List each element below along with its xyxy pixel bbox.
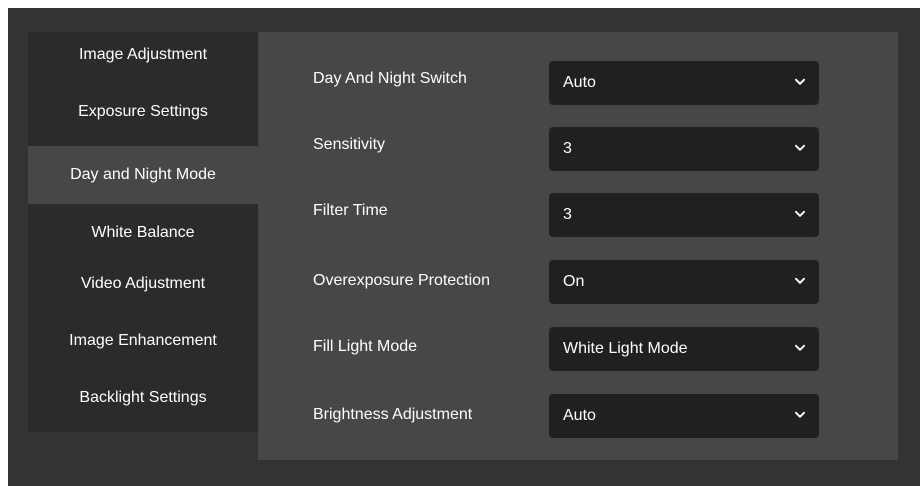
sensitivity-label: Sensitivity xyxy=(313,136,386,153)
fill-light-mode-select[interactable]: White Light Mode xyxy=(549,327,819,371)
overexposure-protection-row: Overexposure Protection On xyxy=(258,260,898,304)
fill-light-mode-value: White Light Mode xyxy=(563,340,688,357)
chevron-down-icon xyxy=(795,78,805,85)
sensitivity-row: Sensitivity 3 xyxy=(258,127,898,171)
fill-light-mode-label: Fill Light Mode xyxy=(313,338,418,355)
overexposure-protection-label: Overexposure Protection xyxy=(313,272,490,289)
sidebar-item-image-enhancement[interactable]: Image Enhancement xyxy=(28,318,258,375)
overexposure-protection-select[interactable]: On xyxy=(549,260,819,304)
sidebar-item-label: Video Adjustment xyxy=(80,275,206,292)
chevron-down-icon xyxy=(795,344,805,351)
chevron-down-icon xyxy=(795,210,805,217)
sidebar-item-label: Exposure Settings xyxy=(78,103,208,120)
sidebar-item-label: White Balance xyxy=(91,224,195,241)
day-night-settings-panel: Day And Night Switch Auto Sensitivity 3 … xyxy=(258,32,898,460)
brightness-adjustment-row: Brightness Adjustment Auto xyxy=(258,394,898,438)
filter-time-label: Filter Time xyxy=(313,202,388,219)
settings-sidebar: Image Adjustment Exposure Settings Day a… xyxy=(28,32,258,432)
sidebar-item-day-and-night-mode[interactable]: Day and Night Mode xyxy=(28,146,258,204)
sidebar-item-label: Image Enhancement xyxy=(69,332,217,349)
chevron-down-icon xyxy=(795,411,805,418)
sidebar-item-image-adjustment[interactable]: Image Adjustment xyxy=(28,32,258,89)
overexposure-protection-value: On xyxy=(563,273,585,290)
day-night-switch-row: Day And Night Switch Auto xyxy=(258,61,898,105)
sidebar-item-video-adjustment[interactable]: Video Adjustment xyxy=(28,261,258,318)
sidebar-item-white-balance[interactable]: White Balance xyxy=(28,204,258,261)
sensitivity-select[interactable]: 3 xyxy=(549,127,819,171)
sidebar-item-label: Image Adjustment xyxy=(78,46,208,63)
sidebar-item-label: Backlight Settings xyxy=(79,389,207,406)
sidebar-item-backlight-settings[interactable]: Backlight Settings xyxy=(28,375,258,432)
sidebar-item-label: Day and Night Mode xyxy=(70,165,216,183)
sensitivity-value: 3 xyxy=(563,140,572,157)
chevron-down-icon xyxy=(795,144,805,151)
day-night-switch-label: Day And Night Switch xyxy=(313,70,467,87)
fill-light-mode-row: Fill Light Mode White Light Mode xyxy=(258,327,898,371)
chevron-down-icon xyxy=(795,277,805,284)
brightness-adjustment-value: Auto xyxy=(563,407,596,424)
day-night-switch-value: Auto xyxy=(563,74,596,91)
brightness-adjustment-label: Brightness Adjustment xyxy=(313,406,473,423)
brightness-adjustment-select[interactable]: Auto xyxy=(549,394,819,438)
sidebar-item-exposure-settings[interactable]: Exposure Settings xyxy=(28,89,258,146)
day-night-switch-select[interactable]: Auto xyxy=(549,61,819,105)
filter-time-select[interactable]: 3 xyxy=(549,193,819,237)
filter-time-row: Filter Time 3 xyxy=(258,193,898,237)
filter-time-value: 3 xyxy=(563,206,572,223)
